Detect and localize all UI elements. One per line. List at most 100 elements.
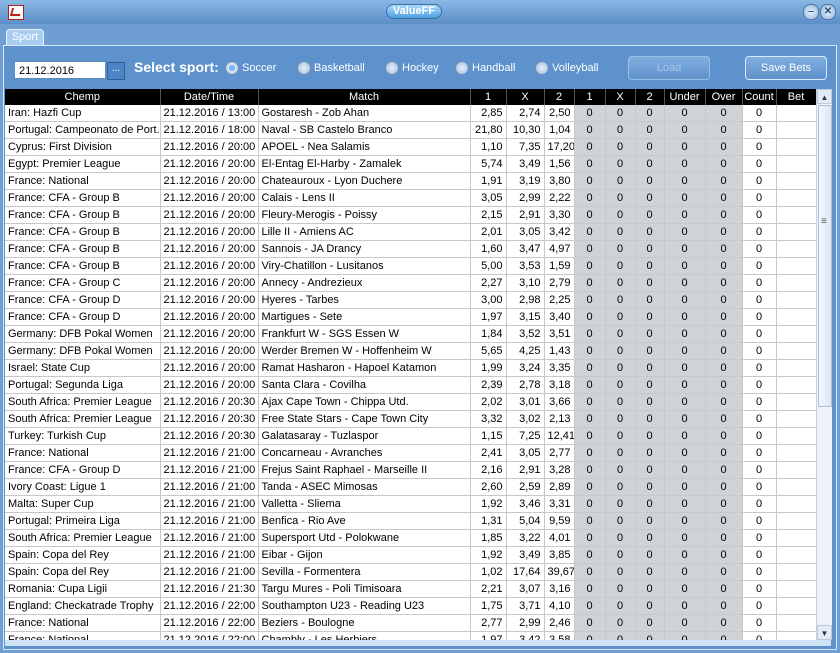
table-cell[interactable] (776, 121, 816, 139)
table-row[interactable]: South Africa: Premier League 21.12.2016 /… (5, 410, 816, 428)
column-header[interactable]: X (605, 89, 636, 105)
table-row[interactable]: Spain: Copa del Rey 21.12.2016 / 21:00 Eib… (5, 546, 816, 564)
table-row[interactable]: France: National 21.12.2016 / 20:00 Chatea… (5, 172, 816, 190)
table-cell[interactable] (776, 138, 816, 156)
table-row[interactable]: Malta: Super Cup 21.12.2016 / 21:00 Vallet… (5, 495, 816, 513)
table-row[interactable]: France: National 21.12.2016 / 22:00 Chambl… (5, 631, 816, 640)
table-cell[interactable] (776, 206, 816, 224)
table-cell[interactable] (776, 291, 816, 309)
table-row[interactable]: Egypt: Premier League 21.12.2016 / 20:00 E… (5, 155, 816, 173)
column-header[interactable]: Over (705, 89, 743, 105)
table-cell[interactable] (776, 308, 816, 326)
table-cell[interactable] (776, 478, 816, 496)
table-cell[interactable] (776, 580, 816, 598)
radio-label-hockey: Hockey (402, 62, 439, 74)
table-cell[interactable] (776, 427, 816, 445)
column-header[interactable]: 2 (544, 89, 575, 105)
table-row[interactable]: Iran: Hazfi Cup 21.12.2016 / 13:00 Gostare… (5, 105, 816, 122)
table-cell[interactable] (776, 563, 816, 581)
column-header[interactable]: 1 (470, 89, 507, 105)
table-cell[interactable] (776, 597, 816, 615)
table-cell[interactable] (776, 240, 816, 258)
table-cell[interactable] (776, 257, 816, 275)
table-row[interactable]: France: National 21.12.2016 / 21:00 Concar… (5, 444, 816, 462)
table-cell[interactable] (776, 105, 816, 122)
table-row[interactable]: Israel: State Cup 21.12.2016 / 20:00 Ramat… (5, 359, 816, 377)
column-header[interactable]: Match (258, 89, 471, 105)
table-cell[interactable] (776, 393, 816, 411)
table-cell: 2,13 (544, 410, 575, 428)
scroll-up-icon[interactable]: ▲ (817, 89, 832, 104)
table-cell[interactable] (776, 325, 816, 343)
column-header[interactable]: Count (742, 89, 777, 105)
table-row[interactable]: Germany: DFB Pokal Women 21.12.2016 / 20:… (5, 325, 816, 343)
table-row[interactable]: France: CFA - Group B 21.12.2016 / 20:00 V… (5, 257, 816, 275)
table-row[interactable]: France: National 21.12.2016 / 22:00 Bezier… (5, 614, 816, 632)
column-header[interactable]: Bet (776, 89, 816, 105)
table-row[interactable]: Turkey: Turkish Cup 21.12.2016 / 20:30 Gal… (5, 427, 816, 445)
table-cell[interactable] (776, 512, 816, 530)
radio-volleyball[interactable] (535, 61, 549, 75)
save-bets-button[interactable]: Save Bets (745, 56, 827, 80)
table-row[interactable]: Cyprus: First Division 21.12.2016 / 20:00… (5, 138, 816, 156)
title-bar[interactable]: ValueFF – ✕ (0, 0, 840, 24)
table-row[interactable]: Ivory Coast: Ligue 1 21.12.2016 / 21:00 Ta… (5, 478, 816, 496)
table-cell: 2,99 (506, 614, 545, 632)
table-row[interactable]: South Africa: Premier League 21.12.2016 /… (5, 529, 816, 547)
table-row[interactable]: England: Checkatrade Trophy 21.12.2016 / … (5, 597, 816, 615)
table-cell[interactable] (776, 376, 816, 394)
column-header[interactable]: X (506, 89, 545, 105)
table-row[interactable]: France: CFA - Group B 21.12.2016 / 20:00 L… (5, 223, 816, 241)
table-row[interactable]: France: CFA - Group B 21.12.2016 / 20:00 C… (5, 189, 816, 207)
radio-soccer[interactable] (225, 61, 239, 75)
table-cell[interactable] (776, 495, 816, 513)
close-button[interactable]: ✕ (820, 4, 836, 20)
table-row[interactable]: France: CFA - Group D 21.12.2016 / 20:00 M… (5, 308, 816, 326)
table-cell[interactable] (776, 155, 816, 173)
table-cell[interactable] (776, 223, 816, 241)
table-cell[interactable] (776, 359, 816, 377)
table-row[interactable]: Romania: Cupa Ligii 21.12.2016 / 21:30 Tar… (5, 580, 816, 598)
table-cell[interactable] (776, 444, 816, 462)
table-cell: 2,89 (544, 478, 575, 496)
column-header[interactable]: 1 (574, 89, 606, 105)
table-cell[interactable] (776, 342, 816, 360)
table-row[interactable]: France: CFA - Group B 21.12.2016 / 20:00 S… (5, 240, 816, 258)
radio-handball[interactable] (455, 61, 469, 75)
date-input[interactable]: 21.12.2016 (14, 61, 106, 79)
radio-basketball[interactable] (297, 61, 311, 75)
column-header[interactable]: Under (664, 89, 706, 105)
column-header[interactable]: 2 (635, 89, 665, 105)
table-cell[interactable] (776, 546, 816, 564)
table-cell[interactable] (776, 529, 816, 547)
table-row[interactable]: Germany: DFB Pokal Women 21.12.2016 / 20:… (5, 342, 816, 360)
scroll-down-icon[interactable]: ▼ (817, 625, 832, 640)
table-cell[interactable] (776, 461, 816, 479)
date-picker-button[interactable]: ... (107, 62, 125, 80)
table-row[interactable]: Portugal: Campeonato de Port... 21.12.201… (5, 121, 816, 139)
table-row[interactable]: France: CFA - Group B 21.12.2016 / 20:00 F… (5, 206, 816, 224)
table-row[interactable]: France: CFA - Group C 21.12.2016 / 20:00 A… (5, 274, 816, 292)
column-header[interactable]: Chemp (5, 89, 161, 105)
table-row[interactable]: Portugal: Segunda Liga 21.12.2016 / 20:00… (5, 376, 816, 394)
radio-hockey[interactable] (385, 61, 399, 75)
table-cell[interactable] (776, 410, 816, 428)
scroll-thumb[interactable] (818, 105, 832, 407)
load-button[interactable]: Load (628, 56, 710, 80)
table-cell[interactable] (776, 631, 816, 640)
table-row[interactable]: Portugal: Primeira Liga 21.12.2016 / 21:0… (5, 512, 816, 530)
table-cell[interactable] (776, 614, 816, 632)
table-cell: 1,84 (470, 325, 507, 343)
table-cell: Free State Stars - Cape Town City (258, 410, 471, 428)
table-cell[interactable] (776, 189, 816, 207)
column-header[interactable]: Date/Time (160, 89, 259, 105)
table-cell[interactable] (776, 172, 816, 190)
table-row[interactable]: France: CFA - Group D 21.12.2016 / 20:00 H… (5, 291, 816, 309)
table-row[interactable]: France: CFA - Group D 21.12.2016 / 21:00 F… (5, 461, 816, 479)
minimize-button[interactable]: – (803, 4, 819, 20)
table-cell[interactable] (776, 274, 816, 292)
table-row[interactable]: South Africa: Premier League 21.12.2016 /… (5, 393, 816, 411)
vertical-scrollbar[interactable]: ▲ ▼ (816, 89, 832, 640)
tab-sport[interactable]: Sport (6, 29, 44, 46)
table-row[interactable]: Spain: Copa del Rey 21.12.2016 / 21:00 Sev… (5, 563, 816, 581)
